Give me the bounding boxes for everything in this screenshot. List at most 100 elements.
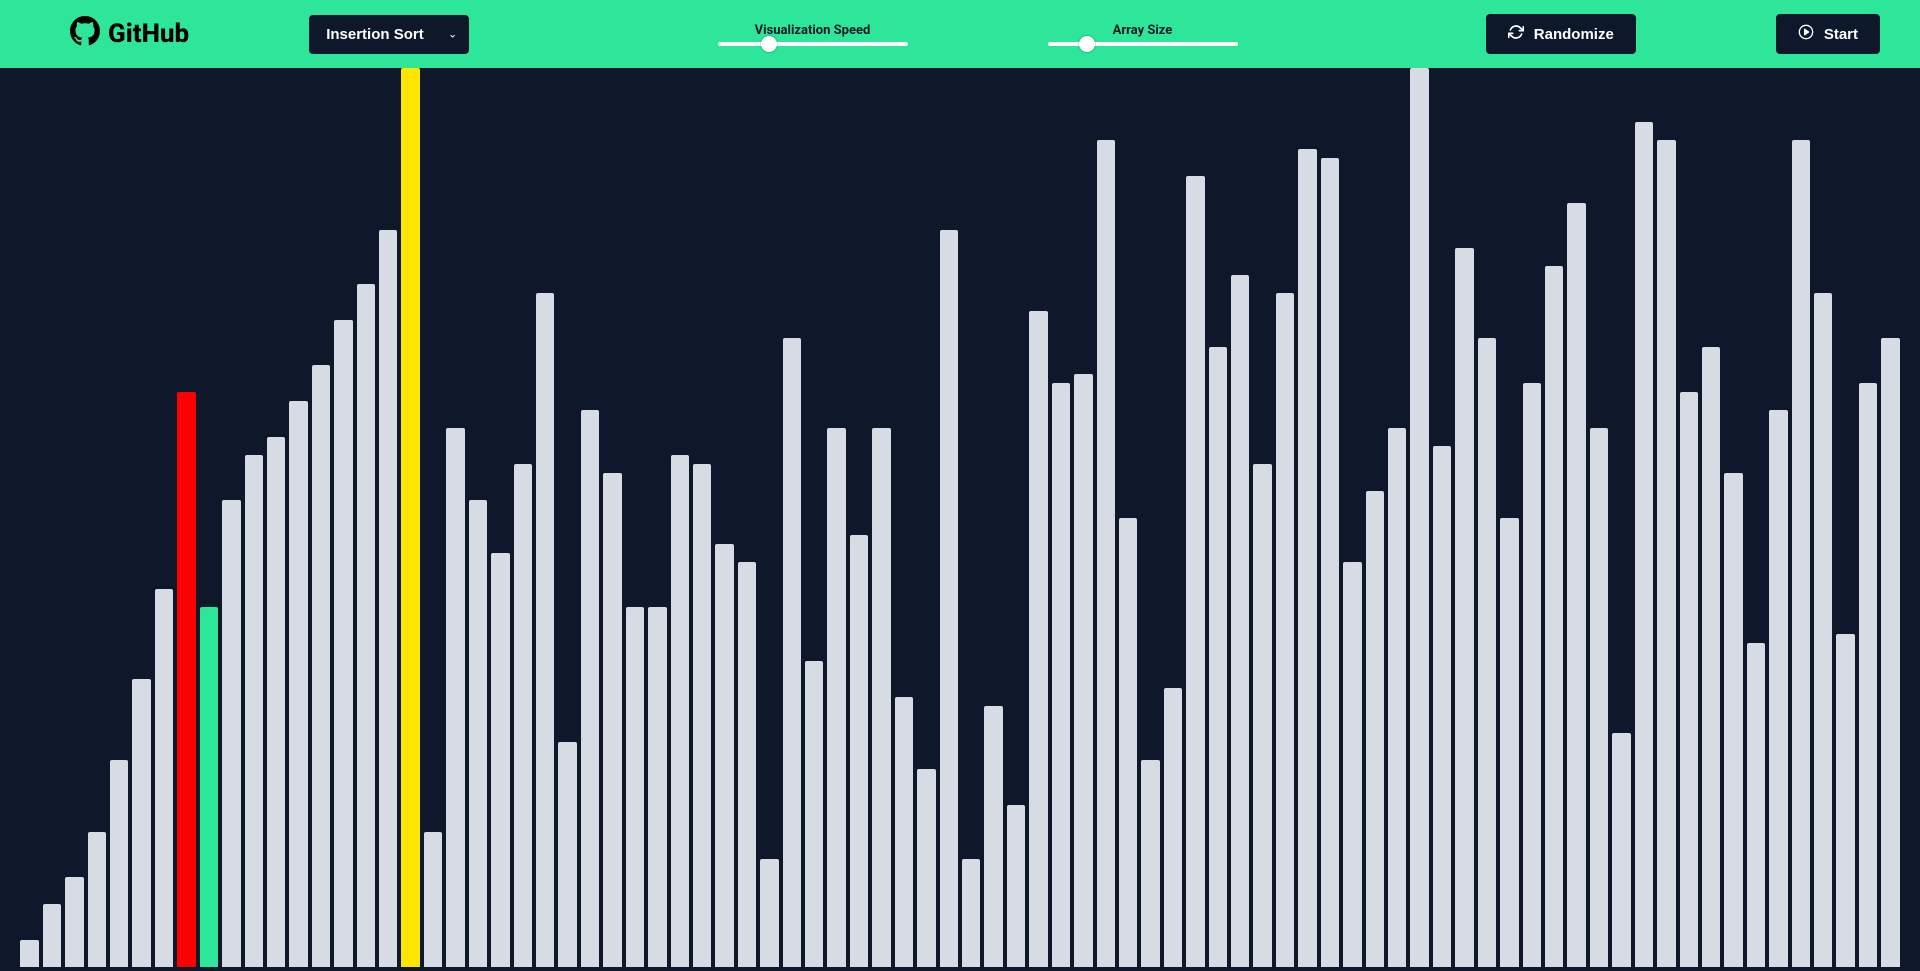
bar	[289, 401, 307, 967]
bar	[805, 661, 823, 967]
bar	[1343, 562, 1361, 967]
bar	[603, 473, 621, 967]
bar	[962, 859, 980, 967]
bar	[1007, 805, 1025, 967]
bar	[1836, 634, 1854, 967]
bar	[1635, 122, 1653, 967]
bar	[1545, 266, 1563, 967]
top-toolbar: GitHub Insertion Sort ⌄ Visualization Sp…	[0, 0, 1920, 68]
speed-control: Visualization Speed	[718, 23, 908, 46]
randomize-label: Randomize	[1534, 26, 1614, 43]
bar	[715, 544, 733, 967]
bar	[738, 562, 756, 967]
bar	[110, 760, 128, 967]
play-circle-icon	[1798, 24, 1814, 44]
bar	[469, 500, 487, 967]
start-button[interactable]: Start	[1776, 14, 1880, 54]
size-slider[interactable]	[1048, 42, 1238, 46]
bar	[334, 320, 352, 967]
bar	[357, 284, 375, 967]
bar	[1814, 293, 1832, 967]
bar	[20, 940, 38, 967]
speed-slider[interactable]	[718, 42, 908, 46]
bar	[43, 904, 61, 967]
brand[interactable]: GitHub	[70, 16, 189, 53]
bar	[984, 706, 1002, 967]
bar	[940, 230, 958, 967]
bar	[1680, 392, 1698, 967]
bar	[895, 697, 913, 967]
bar	[312, 365, 330, 967]
bar	[267, 437, 285, 967]
bar	[1657, 140, 1675, 967]
bar	[827, 428, 845, 967]
bar	[155, 589, 173, 967]
randomize-button[interactable]: Randomize	[1486, 14, 1636, 54]
bar	[850, 535, 868, 967]
bar	[1702, 347, 1720, 967]
bar	[671, 455, 689, 967]
bar	[1298, 149, 1316, 967]
algorithm-select[interactable]: Insertion Sort	[309, 15, 469, 54]
bar	[1567, 203, 1585, 967]
bar	[1209, 347, 1227, 967]
bar	[446, 428, 464, 967]
github-icon	[70, 16, 100, 53]
bar	[200, 607, 218, 967]
bar	[132, 679, 150, 967]
bar	[1724, 473, 1742, 967]
bar	[1590, 428, 1608, 967]
bar	[783, 338, 801, 967]
bar	[1253, 464, 1271, 967]
bar	[1186, 176, 1204, 967]
bar	[1029, 311, 1047, 967]
bar	[177, 392, 195, 967]
bar	[1097, 140, 1115, 967]
bar	[1612, 733, 1630, 967]
bar	[1321, 158, 1339, 967]
bar	[1276, 293, 1294, 967]
bar	[1052, 383, 1070, 967]
start-label: Start	[1824, 26, 1858, 43]
bar	[1500, 518, 1518, 968]
bar	[491, 553, 509, 967]
bar	[536, 293, 554, 967]
refresh-icon	[1508, 24, 1524, 44]
bar	[872, 428, 890, 967]
bar	[1231, 275, 1249, 967]
size-control: Array Size	[1048, 23, 1238, 46]
bar	[1523, 383, 1541, 967]
bar	[1747, 643, 1765, 967]
bar	[1859, 383, 1877, 967]
bar	[1388, 428, 1406, 967]
bar	[1119, 518, 1137, 968]
bar	[581, 410, 599, 967]
bar	[1141, 760, 1159, 967]
bar	[65, 877, 83, 967]
bar	[222, 500, 240, 967]
bar	[1769, 410, 1787, 967]
bar	[1433, 446, 1451, 967]
bar	[693, 464, 711, 967]
bar	[1366, 491, 1384, 967]
bar	[1074, 374, 1092, 967]
bar	[648, 607, 666, 967]
bar	[917, 769, 935, 967]
bar	[626, 607, 644, 967]
algorithm-select-wrap: Insertion Sort ⌄	[309, 15, 469, 54]
bar	[1478, 338, 1496, 967]
bar	[401, 68, 419, 967]
bar	[760, 859, 778, 967]
bar	[558, 742, 576, 967]
bar	[379, 230, 397, 967]
bar	[514, 464, 532, 967]
bar	[1410, 68, 1428, 967]
bar	[245, 455, 263, 967]
bars-area	[0, 68, 1920, 971]
bar	[88, 832, 106, 967]
bar	[1455, 248, 1473, 967]
bar	[1164, 688, 1182, 967]
bar	[1881, 338, 1899, 967]
bar	[424, 832, 442, 967]
brand-label: GitHub	[108, 19, 189, 49]
